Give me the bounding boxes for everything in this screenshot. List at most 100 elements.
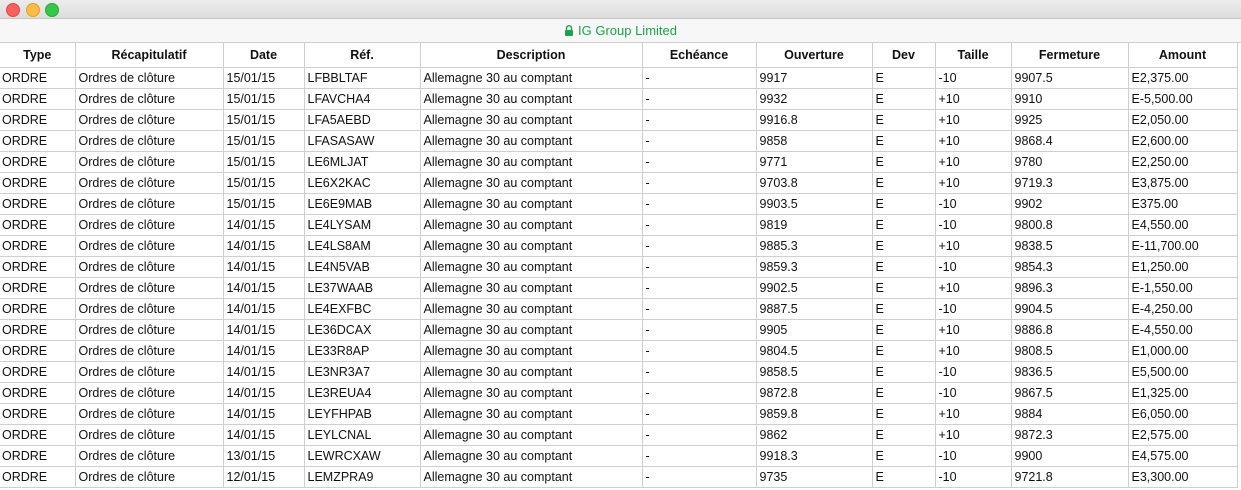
cell-echeance: -: [642, 298, 757, 320]
table-row[interactable]: ORDRE Ordres de clôture 14/01/15 LEYFHPAB Al…: [0, 403, 1238, 425]
cell-type: ORDRE: [0, 193, 76, 215]
cell-ouverture: 9885.3: [756, 235, 873, 257]
column-header-fermeture[interactable]: Fermeture: [1011, 43, 1129, 68]
table-row[interactable]: ORDRE Ordres de clôture 13/01/15 LEWRCXAW Al…: [0, 445, 1238, 467]
cell-date: 14/01/15: [223, 235, 305, 257]
cell-type: ORDRE: [0, 361, 76, 383]
minimize-window-button[interactable]: [26, 3, 40, 17]
cell-echeance: -: [642, 214, 757, 236]
cell-description: Allemagne 30 au comptant: [420, 109, 643, 131]
cell-dev: E: [872, 445, 936, 467]
cell-type: ORDRE: [0, 256, 76, 278]
cell-ouverture: 9859.3: [756, 256, 873, 278]
cell-amount: E4,550.00: [1128, 214, 1238, 236]
table-row[interactable]: ORDRE Ordres de clôture 14/01/15 LE36DCAX Al…: [0, 319, 1238, 341]
cell-recapitulatif: Ordres de clôture: [75, 235, 224, 257]
cell-type: ORDRE: [0, 424, 76, 446]
cell-amount: E-4,550.00: [1128, 319, 1238, 341]
cell-date: 14/01/15: [223, 424, 305, 446]
cell-taille: -10: [935, 361, 1012, 383]
column-header-ouverture[interactable]: Ouverture: [756, 43, 873, 68]
cell-taille: -10: [935, 214, 1012, 236]
table-row[interactable]: ORDRE Ordres de clôture 15/01/15 LE6X2KAC Al…: [0, 172, 1238, 194]
cell-description: Allemagne 30 au comptant: [420, 403, 643, 425]
cell-ref: LE3NR3A7: [304, 361, 421, 383]
window-titlebar: [0, 0, 1241, 19]
address-bar[interactable]: IG Group Limited: [0, 19, 1241, 43]
column-header-echeance[interactable]: Echéance: [642, 43, 757, 68]
column-header-type[interactable]: Type: [0, 43, 76, 68]
cell-recapitulatif: Ordres de clôture: [75, 109, 224, 131]
cell-description: Allemagne 30 au comptant: [420, 340, 643, 362]
table-row[interactable]: ORDRE Ordres de clôture 14/01/15 LE37WAAB Al…: [0, 277, 1238, 299]
cell-date: 14/01/15: [223, 298, 305, 320]
cell-taille: +10: [935, 235, 1012, 257]
zoom-window-button[interactable]: [45, 3, 59, 17]
column-header-taille[interactable]: Taille: [935, 43, 1012, 68]
transactions-table: Type Récapitulatif Date Réf. Description Eché…: [0, 43, 1238, 488]
cell-description: Allemagne 30 au comptant: [420, 67, 643, 89]
column-header-amount[interactable]: Amount: [1128, 43, 1238, 68]
cell-fermeture: 9872.3: [1011, 424, 1129, 446]
cell-fermeture: 9867.5: [1011, 382, 1129, 404]
cell-dev: E: [872, 424, 936, 446]
column-header-dev[interactable]: Dev: [872, 43, 936, 68]
table-row[interactable]: ORDRE Ordres de clôture 15/01/15 LFA5AEBD Al…: [0, 109, 1238, 131]
cell-type: ORDRE: [0, 445, 76, 467]
table-row[interactable]: ORDRE Ordres de clôture 12/01/15 LEMZPRA9 Al…: [0, 466, 1238, 488]
cell-ref: LEMZPRA9: [304, 466, 421, 488]
table-row[interactable]: ORDRE Ordres de clôture 15/01/15 LFBBLTAF Al…: [0, 67, 1238, 89]
cell-ouverture: 9916.8: [756, 109, 873, 131]
cell-date: 15/01/15: [223, 67, 305, 89]
cell-recapitulatif: Ordres de clôture: [75, 319, 224, 341]
cell-type: ORDRE: [0, 319, 76, 341]
table-row[interactable]: ORDRE Ordres de clôture 14/01/15 LE3NR3A7 Al…: [0, 361, 1238, 383]
cell-echeance: -: [642, 256, 757, 278]
cell-ref: LE4LYSAM: [304, 214, 421, 236]
cell-recapitulatif: Ordres de clôture: [75, 88, 224, 110]
cell-date: 15/01/15: [223, 193, 305, 215]
cell-type: ORDRE: [0, 466, 76, 488]
table-row[interactable]: ORDRE Ordres de clôture 14/01/15 LE4EXFBC Al…: [0, 298, 1238, 320]
table-row[interactable]: ORDRE Ordres de clôture 14/01/15 LE4LS8AM Al…: [0, 235, 1238, 257]
table-row[interactable]: ORDRE Ordres de clôture 15/01/15 LFAVCHA4 Al…: [0, 88, 1238, 110]
cell-amount: E5,500.00: [1128, 361, 1238, 383]
cell-ref: LE6MLJAT: [304, 151, 421, 173]
table-row[interactable]: ORDRE Ordres de clôture 15/01/15 LFASASAW Al…: [0, 130, 1238, 152]
site-label: IG Group Limited: [578, 23, 677, 38]
cell-taille: +10: [935, 424, 1012, 446]
cell-echeance: -: [642, 109, 757, 131]
cell-ref: LE4N5VAB: [304, 256, 421, 278]
cell-ouverture: 9771: [756, 151, 873, 173]
lock-icon: [565, 25, 573, 36]
table-row[interactable]: ORDRE Ordres de clôture 14/01/15 LE4N5VAB Al…: [0, 256, 1238, 278]
column-header-recapitulatif[interactable]: Récapitulatif: [75, 43, 224, 68]
cell-type: ORDRE: [0, 214, 76, 236]
column-header-date[interactable]: Date: [223, 43, 305, 68]
cell-recapitulatif: Ordres de clôture: [75, 67, 224, 89]
column-header-description[interactable]: Description: [420, 43, 643, 68]
cell-amount: E4,575.00: [1128, 445, 1238, 467]
close-window-button[interactable]: [6, 3, 20, 17]
cell-date: 13/01/15: [223, 445, 305, 467]
cell-taille: -10: [935, 382, 1012, 404]
cell-recapitulatif: Ordres de clôture: [75, 466, 224, 488]
table-row[interactable]: ORDRE Ordres de clôture 15/01/15 LE6MLJAT Al…: [0, 151, 1238, 173]
table-row[interactable]: ORDRE Ordres de clôture 14/01/15 LE33R8AP Al…: [0, 340, 1238, 362]
cell-taille: +10: [935, 151, 1012, 173]
table-row[interactable]: ORDRE Ordres de clôture 15/01/15 LE6E9MAB Al…: [0, 193, 1238, 215]
cell-taille: -10: [935, 445, 1012, 467]
table-row[interactable]: ORDRE Ordres de clôture 14/01/15 LEYLCNAL Al…: [0, 424, 1238, 446]
cell-dev: E: [872, 67, 936, 89]
cell-ref: LFAVCHA4: [304, 88, 421, 110]
cell-description: Allemagne 30 au comptant: [420, 361, 643, 383]
table-row[interactable]: ORDRE Ordres de clôture 14/01/15 LE4LYSAM Al…: [0, 214, 1238, 236]
cell-type: ORDRE: [0, 67, 76, 89]
cell-fermeture: 9836.5: [1011, 361, 1129, 383]
cell-type: ORDRE: [0, 109, 76, 131]
cell-date: 14/01/15: [223, 277, 305, 299]
column-header-ref[interactable]: Réf.: [304, 43, 421, 68]
cell-taille: +10: [935, 340, 1012, 362]
table-row[interactable]: ORDRE Ordres de clôture 14/01/15 LE3REUA4 Al…: [0, 382, 1238, 404]
cell-description: Allemagne 30 au comptant: [420, 319, 643, 341]
